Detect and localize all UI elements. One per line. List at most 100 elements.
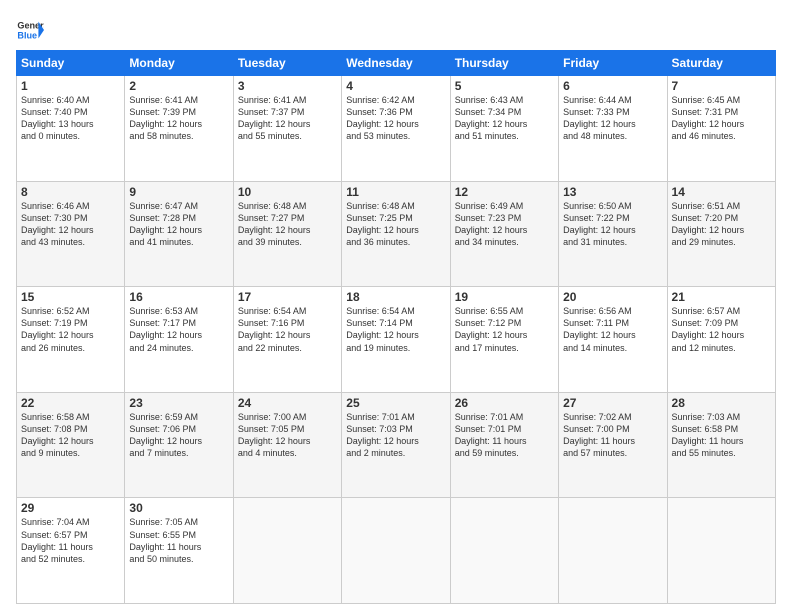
- calendar-cell: 3Sunrise: 6:41 AMSunset: 7:37 PMDaylight…: [233, 76, 341, 182]
- day-content: Sunrise: 6:58 AMSunset: 7:08 PMDaylight:…: [21, 411, 120, 460]
- weekday-header-tuesday: Tuesday: [233, 51, 341, 76]
- day-content: Sunrise: 6:54 AMSunset: 7:16 PMDaylight:…: [238, 305, 337, 354]
- calendar-cell: 26Sunrise: 7:01 AMSunset: 7:01 PMDayligh…: [450, 392, 558, 498]
- calendar-cell: 17Sunrise: 6:54 AMSunset: 7:16 PMDayligh…: [233, 287, 341, 393]
- day-number: 21: [672, 290, 771, 304]
- day-number: 18: [346, 290, 445, 304]
- weekday-header-sunday: Sunday: [17, 51, 125, 76]
- calendar-cell: 28Sunrise: 7:03 AMSunset: 6:58 PMDayligh…: [667, 392, 775, 498]
- day-content: Sunrise: 7:01 AMSunset: 7:01 PMDaylight:…: [455, 411, 554, 460]
- calendar-cell: [450, 498, 558, 604]
- logo: General Blue: [16, 16, 46, 44]
- calendar-cell: 23Sunrise: 6:59 AMSunset: 7:06 PMDayligh…: [125, 392, 233, 498]
- day-number: 29: [21, 501, 120, 515]
- calendar-cell: 18Sunrise: 6:54 AMSunset: 7:14 PMDayligh…: [342, 287, 450, 393]
- calendar-week-2: 8Sunrise: 6:46 AMSunset: 7:30 PMDaylight…: [17, 181, 776, 287]
- day-content: Sunrise: 6:46 AMSunset: 7:30 PMDaylight:…: [21, 200, 120, 249]
- day-number: 1: [21, 79, 120, 93]
- logo-icon: General Blue: [16, 16, 44, 44]
- calendar-cell: [233, 498, 341, 604]
- calendar-cell: [342, 498, 450, 604]
- day-content: Sunrise: 7:04 AMSunset: 6:57 PMDaylight:…: [21, 516, 120, 565]
- calendar-cell: 16Sunrise: 6:53 AMSunset: 7:17 PMDayligh…: [125, 287, 233, 393]
- day-content: Sunrise: 6:42 AMSunset: 7:36 PMDaylight:…: [346, 94, 445, 143]
- calendar-cell: [667, 498, 775, 604]
- day-content: Sunrise: 7:02 AMSunset: 7:00 PMDaylight:…: [563, 411, 662, 460]
- day-number: 27: [563, 396, 662, 410]
- calendar-cell: 10Sunrise: 6:48 AMSunset: 7:27 PMDayligh…: [233, 181, 341, 287]
- weekday-header-friday: Friday: [559, 51, 667, 76]
- header: General Blue: [16, 16, 776, 44]
- day-number: 24: [238, 396, 337, 410]
- calendar-week-5: 29Sunrise: 7:04 AMSunset: 6:57 PMDayligh…: [17, 498, 776, 604]
- day-number: 2: [129, 79, 228, 93]
- day-content: Sunrise: 6:49 AMSunset: 7:23 PMDaylight:…: [455, 200, 554, 249]
- calendar-cell: 2Sunrise: 6:41 AMSunset: 7:39 PMDaylight…: [125, 76, 233, 182]
- day-content: Sunrise: 6:41 AMSunset: 7:37 PMDaylight:…: [238, 94, 337, 143]
- day-content: Sunrise: 6:44 AMSunset: 7:33 PMDaylight:…: [563, 94, 662, 143]
- calendar-table: SundayMondayTuesdayWednesdayThursdayFrid…: [16, 50, 776, 604]
- calendar-cell: 7Sunrise: 6:45 AMSunset: 7:31 PMDaylight…: [667, 76, 775, 182]
- day-number: 5: [455, 79, 554, 93]
- weekday-header-thursday: Thursday: [450, 51, 558, 76]
- day-content: Sunrise: 7:00 AMSunset: 7:05 PMDaylight:…: [238, 411, 337, 460]
- day-number: 4: [346, 79, 445, 93]
- day-content: Sunrise: 7:05 AMSunset: 6:55 PMDaylight:…: [129, 516, 228, 565]
- day-content: Sunrise: 6:54 AMSunset: 7:14 PMDaylight:…: [346, 305, 445, 354]
- calendar-cell: 22Sunrise: 6:58 AMSunset: 7:08 PMDayligh…: [17, 392, 125, 498]
- day-content: Sunrise: 6:48 AMSunset: 7:27 PMDaylight:…: [238, 200, 337, 249]
- day-number: 28: [672, 396, 771, 410]
- calendar-cell: 19Sunrise: 6:55 AMSunset: 7:12 PMDayligh…: [450, 287, 558, 393]
- weekday-header-wednesday: Wednesday: [342, 51, 450, 76]
- day-number: 17: [238, 290, 337, 304]
- day-content: Sunrise: 6:57 AMSunset: 7:09 PMDaylight:…: [672, 305, 771, 354]
- calendar-cell: 9Sunrise: 6:47 AMSunset: 7:28 PMDaylight…: [125, 181, 233, 287]
- calendar-cell: 30Sunrise: 7:05 AMSunset: 6:55 PMDayligh…: [125, 498, 233, 604]
- calendar-week-4: 22Sunrise: 6:58 AMSunset: 7:08 PMDayligh…: [17, 392, 776, 498]
- day-content: Sunrise: 6:59 AMSunset: 7:06 PMDaylight:…: [129, 411, 228, 460]
- weekday-header-saturday: Saturday: [667, 51, 775, 76]
- day-number: 22: [21, 396, 120, 410]
- day-content: Sunrise: 6:41 AMSunset: 7:39 PMDaylight:…: [129, 94, 228, 143]
- day-content: Sunrise: 6:51 AMSunset: 7:20 PMDaylight:…: [672, 200, 771, 249]
- calendar-cell: 5Sunrise: 6:43 AMSunset: 7:34 PMDaylight…: [450, 76, 558, 182]
- calendar-cell: 6Sunrise: 6:44 AMSunset: 7:33 PMDaylight…: [559, 76, 667, 182]
- page: General Blue SundayMondayTuesdayWednesda…: [0, 0, 792, 612]
- day-number: 14: [672, 185, 771, 199]
- day-number: 15: [21, 290, 120, 304]
- day-content: Sunrise: 6:52 AMSunset: 7:19 PMDaylight:…: [21, 305, 120, 354]
- calendar-cell: 24Sunrise: 7:00 AMSunset: 7:05 PMDayligh…: [233, 392, 341, 498]
- calendar-cell: 14Sunrise: 6:51 AMSunset: 7:20 PMDayligh…: [667, 181, 775, 287]
- day-number: 30: [129, 501, 228, 515]
- day-number: 23: [129, 396, 228, 410]
- day-number: 3: [238, 79, 337, 93]
- day-content: Sunrise: 6:50 AMSunset: 7:22 PMDaylight:…: [563, 200, 662, 249]
- calendar-cell: 21Sunrise: 6:57 AMSunset: 7:09 PMDayligh…: [667, 287, 775, 393]
- calendar-cell: 1Sunrise: 6:40 AMSunset: 7:40 PMDaylight…: [17, 76, 125, 182]
- svg-text:Blue: Blue: [17, 30, 37, 40]
- calendar-cell: 27Sunrise: 7:02 AMSunset: 7:00 PMDayligh…: [559, 392, 667, 498]
- day-number: 9: [129, 185, 228, 199]
- calendar-cell: 4Sunrise: 6:42 AMSunset: 7:36 PMDaylight…: [342, 76, 450, 182]
- calendar-week-3: 15Sunrise: 6:52 AMSunset: 7:19 PMDayligh…: [17, 287, 776, 393]
- day-content: Sunrise: 6:47 AMSunset: 7:28 PMDaylight:…: [129, 200, 228, 249]
- day-number: 12: [455, 185, 554, 199]
- calendar-cell: 25Sunrise: 7:01 AMSunset: 7:03 PMDayligh…: [342, 392, 450, 498]
- day-number: 11: [346, 185, 445, 199]
- day-content: Sunrise: 6:55 AMSunset: 7:12 PMDaylight:…: [455, 305, 554, 354]
- day-number: 7: [672, 79, 771, 93]
- day-content: Sunrise: 6:56 AMSunset: 7:11 PMDaylight:…: [563, 305, 662, 354]
- calendar-cell: 13Sunrise: 6:50 AMSunset: 7:22 PMDayligh…: [559, 181, 667, 287]
- day-number: 25: [346, 396, 445, 410]
- day-content: Sunrise: 7:03 AMSunset: 6:58 PMDaylight:…: [672, 411, 771, 460]
- calendar-cell: 29Sunrise: 7:04 AMSunset: 6:57 PMDayligh…: [17, 498, 125, 604]
- day-content: Sunrise: 6:45 AMSunset: 7:31 PMDaylight:…: [672, 94, 771, 143]
- day-content: Sunrise: 6:53 AMSunset: 7:17 PMDaylight:…: [129, 305, 228, 354]
- calendar-cell: 20Sunrise: 6:56 AMSunset: 7:11 PMDayligh…: [559, 287, 667, 393]
- day-content: Sunrise: 6:40 AMSunset: 7:40 PMDaylight:…: [21, 94, 120, 143]
- day-number: 19: [455, 290, 554, 304]
- day-number: 16: [129, 290, 228, 304]
- day-number: 13: [563, 185, 662, 199]
- calendar-cell: 8Sunrise: 6:46 AMSunset: 7:30 PMDaylight…: [17, 181, 125, 287]
- day-number: 10: [238, 185, 337, 199]
